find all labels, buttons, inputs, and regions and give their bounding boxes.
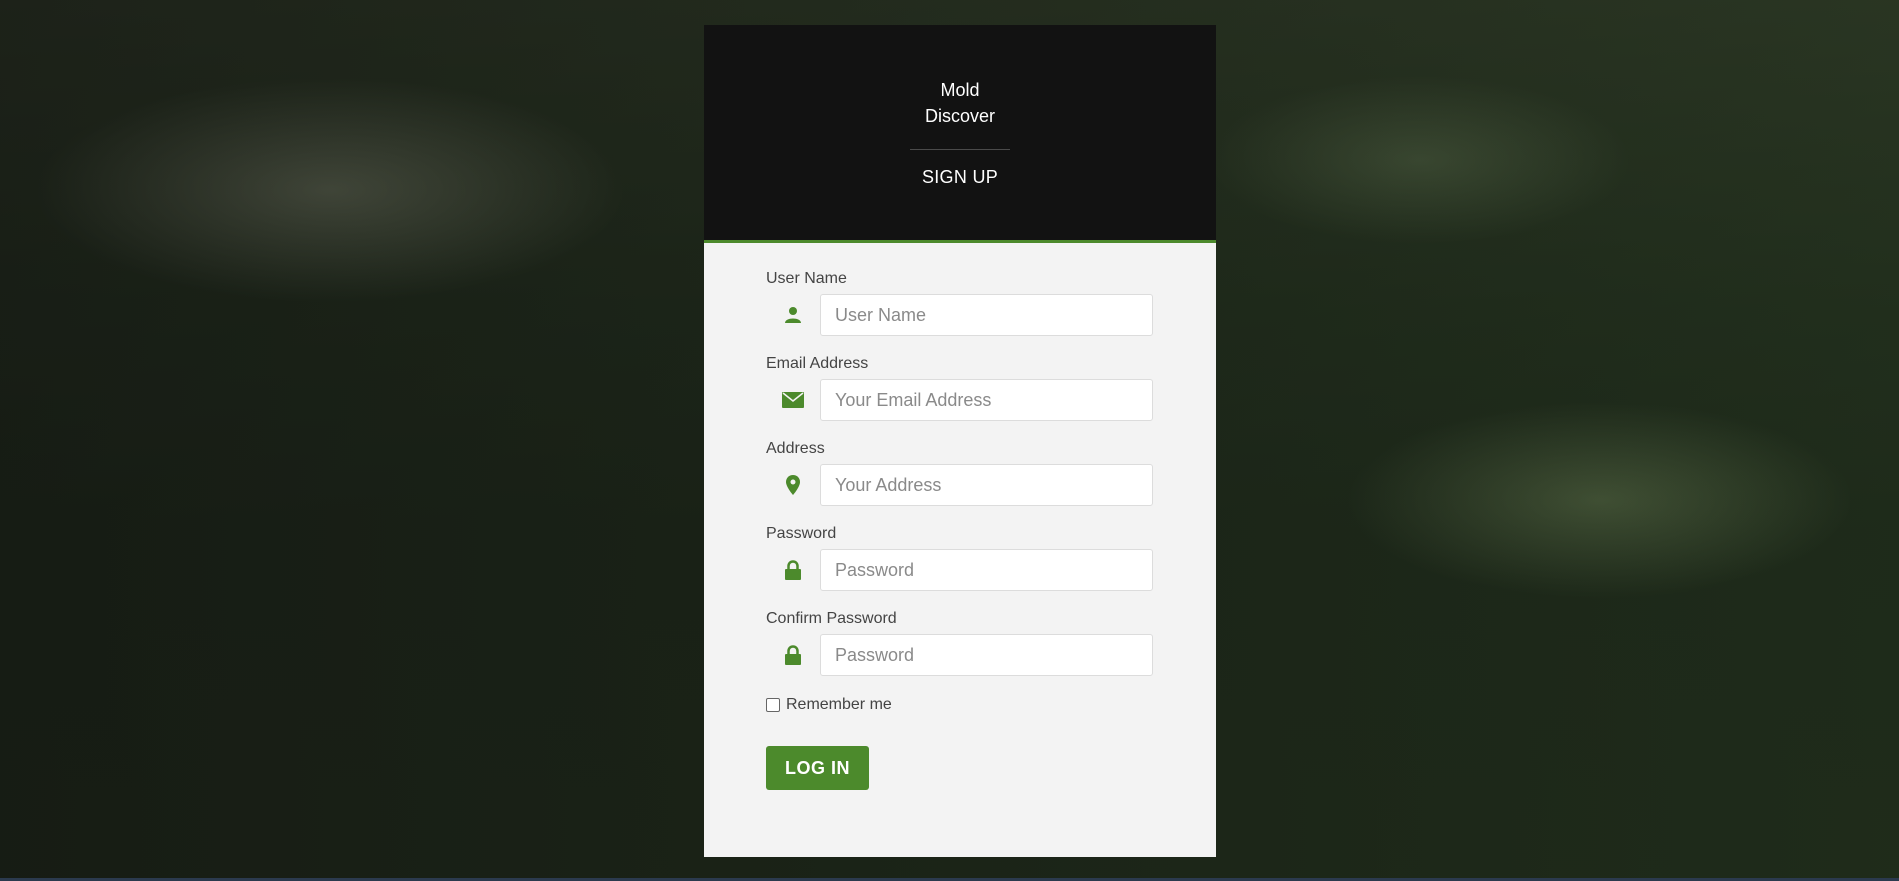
map-marker-icon <box>766 464 820 506</box>
lock-icon <box>766 549 820 591</box>
field-confirm-password: Confirm Password <box>766 609 1154 676</box>
signup-form: User Name Email Address <box>704 243 1216 857</box>
remember-me-checkbox[interactable] <box>766 698 780 712</box>
brand-line-1: Mold <box>940 80 980 100</box>
username-input[interactable] <box>820 294 1153 336</box>
address-input[interactable] <box>820 464 1153 506</box>
address-label: Address <box>766 440 825 457</box>
password-input[interactable] <box>820 549 1153 591</box>
page-title: SIGN UP <box>921 167 999 187</box>
remember-me-label[interactable]: Remember me <box>786 696 892 714</box>
email-label: Email Address <box>766 355 869 372</box>
field-email: Email Address <box>766 354 1154 421</box>
email-input[interactable] <box>820 379 1153 421</box>
header-divider <box>910 149 1010 150</box>
field-username: User Name <box>766 269 1154 336</box>
confirm-password-label: Confirm Password <box>766 610 897 627</box>
password-label: Password <box>766 525 837 542</box>
address-row <box>766 464 1154 506</box>
password-row <box>766 549 1154 591</box>
lock-icon <box>766 634 820 676</box>
panel-header: Mold Discover SIGN UP <box>704 25 1216 243</box>
envelope-icon <box>766 379 820 421</box>
email-row <box>766 379 1154 421</box>
brand-logo-text: Mold Discover <box>900 77 1020 129</box>
field-password: Password <box>766 524 1154 591</box>
confirm-password-row <box>766 634 1154 676</box>
confirm-password-input[interactable] <box>820 634 1153 676</box>
field-address: Address <box>766 439 1154 506</box>
username-row <box>766 294 1154 336</box>
remember-me: Remember me <box>766 694 1154 716</box>
user-icon <box>766 294 820 336</box>
login-button[interactable]: LOG IN <box>766 746 869 790</box>
username-label: User Name <box>766 270 847 287</box>
brand-line-2: Discover <box>924 106 995 126</box>
signup-panel: Mold Discover SIGN UP User Name Email Ad… <box>704 25 1216 857</box>
